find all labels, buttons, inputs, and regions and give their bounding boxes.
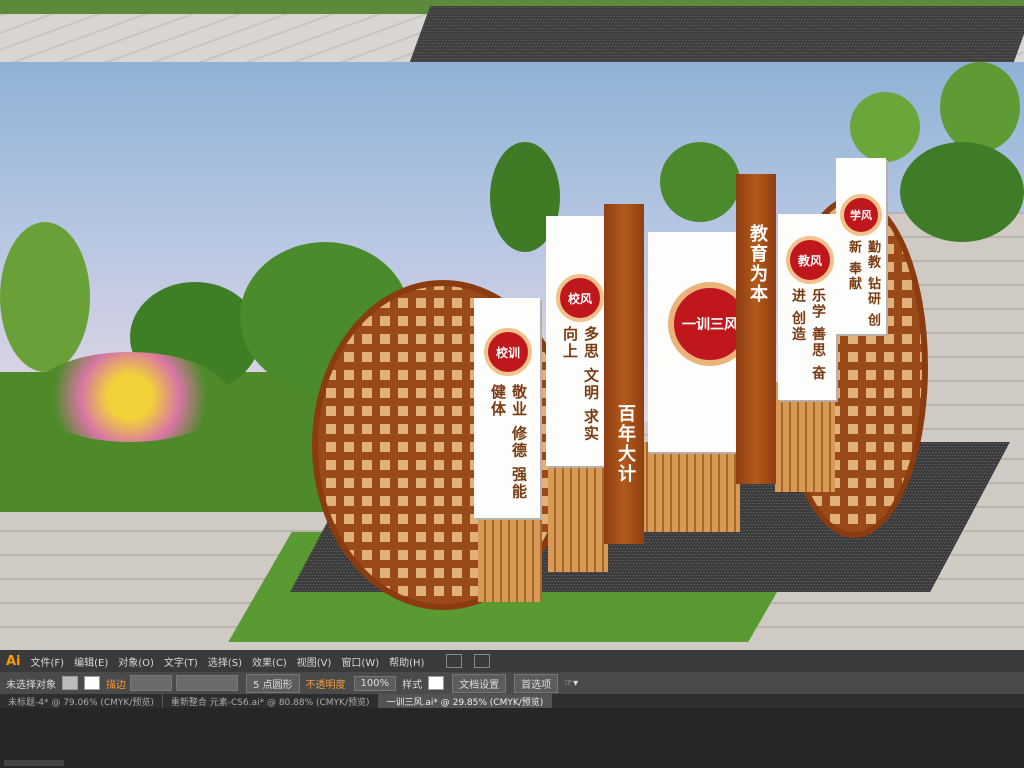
top-stone-base xyxy=(409,6,1024,62)
text-teaching-spirit: 乐学 善思 奋进 创造 xyxy=(790,288,826,382)
text-education-first: 教育为本 xyxy=(747,224,768,304)
badge-teaching-spirit: 教风 xyxy=(786,236,834,284)
preferences-button[interactable]: 首选项 xyxy=(514,673,559,693)
app-logo: Ai xyxy=(6,653,21,669)
toolbox-collapse-handle[interactable] xyxy=(4,760,64,766)
tree-right-1 xyxy=(850,92,920,162)
stroke-weight-dropdown[interactable] xyxy=(130,675,172,691)
tree-right-2 xyxy=(940,62,1020,152)
arrange-documents-icon[interactable] xyxy=(474,654,491,668)
badge-study-spirit: 学风 xyxy=(840,194,882,236)
opacity-label[interactable]: 不透明度 xyxy=(306,676,346,691)
style-swatch[interactable] xyxy=(428,676,445,690)
menu-window[interactable]: 窗口(W) xyxy=(341,654,379,669)
panel-menu-icon[interactable]: ☞▾ xyxy=(564,678,578,689)
menu-type[interactable]: 文字(T) xyxy=(164,654,198,669)
tab-one-motto-three-styles[interactable]: 一训三风.ai* @ 29.85% (CMYK/预览) xyxy=(378,694,553,708)
panel-study-spirit: 学风 勤教 钻研 创新 奉献 xyxy=(836,158,886,334)
menu-view[interactable]: 视图(V) xyxy=(297,654,332,669)
panel-education-first: 教育为本 xyxy=(736,174,776,484)
opacity-input[interactable]: 100% xyxy=(353,675,397,691)
badge-school-spirit: 校风 xyxy=(556,274,604,322)
stroke-swatch[interactable] xyxy=(84,676,100,690)
text-century-plan: 百年大计 xyxy=(615,404,636,484)
menu-select[interactable]: 选择(S) xyxy=(208,654,242,669)
panel-school-motto: 校训 敬业 修德 强能 健体 xyxy=(474,298,540,518)
menu-edit[interactable]: 编辑(E) xyxy=(74,654,108,669)
menu-file[interactable]: 文件(F) xyxy=(31,654,65,669)
flower-bed xyxy=(30,352,230,442)
menu-effect[interactable]: 效果(C) xyxy=(252,654,287,669)
tab-untitled-4[interactable]: 未标题-4* @ 79.06% (CMYK/预览) xyxy=(0,694,163,708)
panel-teaching-spirit: 教风 乐学 善思 奋进 创造 xyxy=(778,214,836,400)
stroke-label[interactable]: 描边 xyxy=(106,676,126,691)
text-study-spirit: 勤教 钻研 创新 奉献 xyxy=(846,240,880,329)
tab-recombine-elements[interactable]: 重新整合 元素-CS6.ai* @ 80.88% (CMYK/预览) xyxy=(163,694,379,708)
variable-width-dropdown[interactable] xyxy=(176,675,238,691)
style-label: 样式 xyxy=(402,679,423,691)
menu-bar: Ai 文件(F) 编辑(E) 对象(O) 文字(T) 选择(S) 效果(C) 视… xyxy=(0,650,1024,672)
tree-back xyxy=(660,142,740,222)
fill-swatch[interactable] xyxy=(62,676,78,690)
document-setup-button[interactable]: 文档设置 xyxy=(452,673,507,693)
artboard-area xyxy=(0,708,1024,768)
render-canvas: 校训 敬业 修德 强能 健体 校风 多思 文明 求实 向上 百年大计 一训三风 … xyxy=(0,62,1024,650)
menu-object[interactable]: 对象(O) xyxy=(118,654,154,669)
slats-2 xyxy=(548,462,608,572)
document-tab-bar: 未标题-4* @ 79.06% (CMYK/预览) 重新整合 元素-CS6.ai… xyxy=(0,694,1024,708)
bridge-icon[interactable] xyxy=(446,654,463,668)
brush-definition-dropdown[interactable]: 5 点圆形 xyxy=(246,673,300,693)
top-paving-strip xyxy=(0,0,1024,62)
text-school-spirit: 多思 文明 求实 向上 xyxy=(561,326,600,443)
badge-school-motto: 校训 xyxy=(484,328,532,376)
shrub-right xyxy=(900,142,1024,242)
text-school-motto: 敬业 修德 强能 健体 xyxy=(489,384,528,501)
tree-left xyxy=(0,222,90,372)
menu-help[interactable]: 帮助(H) xyxy=(389,654,424,669)
selection-status: 未选择对象 xyxy=(6,679,56,691)
panel-school-spirit: 校风 多思 文明 求实 向上 xyxy=(546,216,610,466)
slats-3 xyxy=(640,442,740,532)
panel-century-plan: 百年大计 xyxy=(604,204,644,544)
control-bar: 未选择对象 描边 5 点圆形 不透明度 100% 样式 文档设置 首选项 ☞▾ xyxy=(0,672,1024,694)
